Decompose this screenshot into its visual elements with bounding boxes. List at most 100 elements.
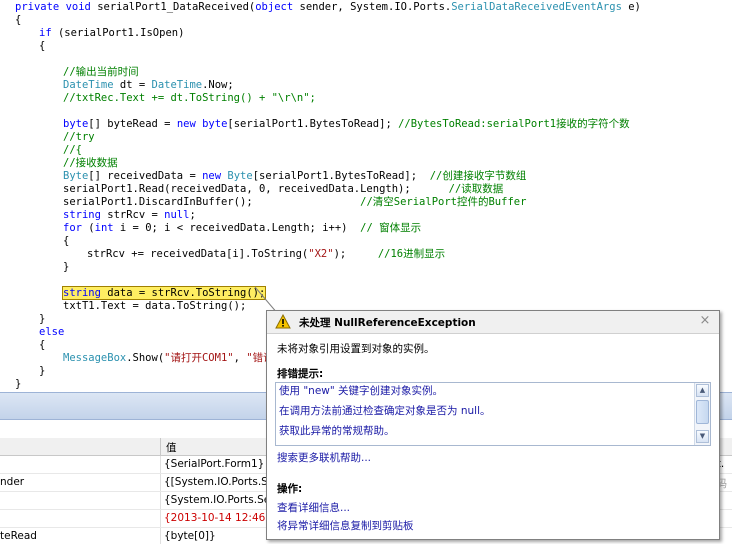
tip-link-check-null[interactable]: 在调用方法前通过检查确定对象是否为 null。 <box>279 403 490 418</box>
code-line-brace: } <box>15 378 22 390</box>
copy-to-clipboard-link[interactable]: 将异常详细信息复制到剪贴板 <box>277 518 414 533</box>
code-line-current-statement[interactable]: string data = strRcv.ToString(); <box>61 286 267 300</box>
locals-name: nder <box>0 476 25 488</box>
code-token: // 窗体显示 <box>360 222 422 234</box>
code-token: private void <box>15 1 98 13</box>
code-line-brace: { <box>63 235 70 247</box>
exception-header: 未处理 NullReferenceException × <box>267 311 719 334</box>
code-token: "请打开COM1" <box>164 352 234 364</box>
locals-value: {byte[0]} <box>164 530 216 542</box>
code-token: DateTime <box>63 79 114 91</box>
warning-icon <box>275 314 291 329</box>
code-token: MessageBox <box>63 352 127 364</box>
code-token: DateTime <box>151 79 203 91</box>
code-token: for <box>63 222 82 234</box>
column-divider[interactable] <box>160 438 161 455</box>
code-token: data = strRcv.ToString(); <box>100 287 266 299</box>
tip-link-new-keyword[interactable]: 使用 "new" 关键字创建对象实例。 <box>279 383 443 398</box>
troubleshooting-heading: 排错提示: <box>277 368 324 380</box>
exception-message: 未将对象引用设置到对象的实例。 <box>277 343 435 355</box>
locals-value: {[System.IO.Ports.Se <box>164 476 275 488</box>
code-token: null <box>164 209 190 221</box>
code-line-brace: } <box>39 313 46 325</box>
code-token: byte <box>63 118 89 130</box>
code-line-byteread: byte[] byteRead = new byte[serialPort1.B… <box>63 118 630 131</box>
view-detail-link[interactable]: 查看详细信息... <box>277 500 350 515</box>
code-line-read: serialPort1.Read(receivedData, 0, receiv… <box>63 183 503 196</box>
column-divider <box>160 456 161 473</box>
code-line-for: for (int i = 0; i < receivedData.Length;… <box>63 222 421 235</box>
current-statement-highlight: string data = strRcv.ToString(); <box>61 286 267 300</box>
locals-value: {SerialPort.Form1} <box>164 458 265 470</box>
column-divider <box>160 510 161 527</box>
code-token: string <box>63 287 101 299</box>
code-token: (serialPort1.IsOpen) <box>51 27 185 39</box>
code-line-txtt1: txtT1.Text = data.ToString(); <box>63 300 247 312</box>
code-token: object <box>255 1 294 13</box>
code-token: if <box>39 27 52 39</box>
code-token: [serialPort1.BytesToRead]; <box>252 170 430 182</box>
column-divider <box>160 528 161 544</box>
code-token: byte <box>202 118 228 130</box>
code-token: sender, System.IO.Ports. <box>293 1 452 13</box>
code-line-comment: //try <box>63 131 95 143</box>
code-token: .Now; <box>202 79 234 91</box>
code-token: e) <box>621 1 641 13</box>
code-line-comment: //txtRec.Text += dt.ToString() + "\r\n"; <box>63 92 316 104</box>
code-token: i = 0; i < receivedData.Length; i++) <box>113 222 361 234</box>
code-token: [] byteRead = <box>88 118 177 130</box>
locals-name: teRead <box>0 530 37 542</box>
scroll-down-icon[interactable]: ▼ <box>696 430 709 443</box>
code-token: new <box>176 118 196 130</box>
code-line-brace: { <box>15 14 22 26</box>
code-line-else: else <box>39 326 65 338</box>
code-token: ; <box>189 209 196 221</box>
code-token: ( <box>81 222 95 234</box>
code-line-if: if (serialPort1.IsOpen) <box>39 27 184 40</box>
code-line-method-signature: private void serialPort1_DataReceived(ob… <box>15 1 641 14</box>
code-line-brace: } <box>63 261 70 273</box>
tip-link-general-help[interactable]: 获取此异常的常规帮助。 <box>279 423 395 438</box>
code-token: SerialDataReceivedEventArgs <box>451 1 622 13</box>
code-token: dt = <box>113 79 152 91</box>
code-token: serialPort1.DiscardInBuffer(); <box>63 196 361 208</box>
code-token: new <box>202 170 222 182</box>
locals-value: {System.IO.Ports.Se <box>164 494 271 506</box>
code-token: ); <box>333 248 378 260</box>
code-line-messagebox: MessageBox.Show("请打开COM1", "错误 <box>63 352 274 365</box>
code-token: strRcv = <box>100 209 165 221</box>
close-icon[interactable]: × <box>698 313 712 329</box>
code-token: //读取数据 <box>448 183 504 195</box>
code-line-receiveddata: Byte[] receivedData = new Byte[serialPor… <box>63 170 526 183</box>
code-line-comment: //接收数据 <box>63 157 118 169</box>
code-token: serialPort1_DataReceived( <box>97 1 256 13</box>
code-line-strrcv: string strRcv = null; <box>63 209 196 222</box>
tips-scrollbar[interactable]: ▲ ▼ <box>694 383 710 445</box>
code-line-comment: //{ <box>63 144 82 156</box>
troubleshooting-tips-list[interactable]: 使用 "new" 关键字创建对象实例。 在调用方法前通过检查确定对象是否为 nu… <box>275 382 711 446</box>
code-token: , <box>233 352 247 364</box>
exception-title: 未处理 NullReferenceException <box>299 317 476 329</box>
code-token: serialPort1.Read(receivedData, 0, receiv… <box>63 183 449 195</box>
scroll-up-icon[interactable]: ▲ <box>696 384 709 397</box>
value-column-header[interactable]: 值 <box>166 440 177 455</box>
code-line-discard: serialPort1.DiscardInBuffer(); //清空Seria… <box>63 196 526 209</box>
exception-assistant: 未处理 NullReferenceException × 未将对象引用设置到对象… <box>266 310 720 540</box>
code-token: //清空SerialPort控件的Buffer <box>360 196 527 208</box>
scroll-thumb[interactable] <box>696 400 709 424</box>
column-divider <box>160 492 161 509</box>
code-token: Byte <box>227 170 253 182</box>
code-token: .Show( <box>126 352 165 364</box>
code-token: //16进制显示 <box>377 248 446 260</box>
column-divider <box>160 474 161 491</box>
search-online-help-link[interactable]: 搜索更多联机帮助... <box>277 450 371 465</box>
code-token: //BytesToRead:serialPort1接收的字符个数 <box>398 118 630 130</box>
code-line-comment: //输出当前时间 <box>63 66 139 78</box>
code-token: strRcv += receivedData[i].ToString( <box>87 248 309 260</box>
code-line-brace: { <box>39 339 46 351</box>
code-token: //创建接收字节数组 <box>429 170 527 182</box>
code-token: "X2" <box>308 248 334 260</box>
code-token: string <box>63 209 101 221</box>
code-line-brace: { <box>39 40 46 52</box>
code-token: [] receivedData = <box>88 170 203 182</box>
